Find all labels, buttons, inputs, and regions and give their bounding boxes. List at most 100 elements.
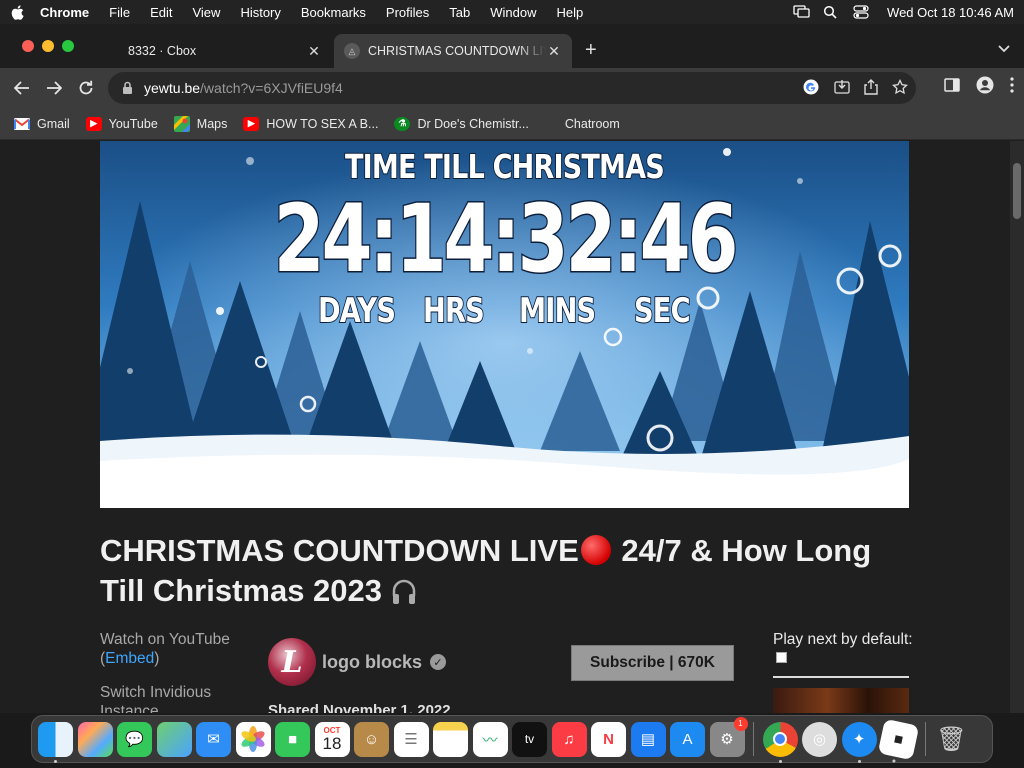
menu-file[interactable]: File xyxy=(109,5,130,20)
menu-history[interactable]: History xyxy=(240,5,280,20)
video-title: CHRISTMAS COUNTDOWN LIVE 24/7 & How Long… xyxy=(100,531,920,611)
apple-tv-icon[interactable]: tv xyxy=(512,721,547,757)
fullscreen-window-button[interactable] xyxy=(62,40,74,52)
play-next-toggle: Play next by default: xyxy=(773,631,913,667)
chrome-toolbar: yewtu.be/watch?v=6XJVfiEU9f4 xyxy=(0,68,1024,108)
headphones-icon xyxy=(391,576,417,604)
macos-menu-bar: Chrome File Edit View History Bookmarks … xyxy=(0,0,1024,24)
lock-icon[interactable] xyxy=(122,81,134,95)
launchpad-icon[interactable] xyxy=(77,721,113,757)
menu-window[interactable]: Window xyxy=(490,5,536,20)
page-scrollbar[interactable] xyxy=(1010,141,1024,713)
address-bar[interactable]: yewtu.be/watch?v=6XJVfiEU9f4 xyxy=(108,72,916,104)
bookmark-how-to-sex[interactable]: ▶ HOW TO SEX A B... xyxy=(243,116,378,131)
menu-help[interactable]: Help xyxy=(557,5,584,20)
youtube-icon: ▶ xyxy=(85,116,102,131)
bookmark-label: YouTube xyxy=(108,116,158,131)
related-video-thumbnail[interactable] xyxy=(773,688,909,713)
app-store-icon[interactable]: A xyxy=(670,721,705,757)
menu-view[interactable]: View xyxy=(192,5,220,20)
music-icon[interactable]: ♫ xyxy=(551,721,587,757)
divider xyxy=(773,676,909,678)
tab-cbox[interactable]: 8332 · Cbox ✕ xyxy=(108,34,332,68)
mail-icon[interactable]: ✉ xyxy=(196,721,231,757)
play-next-label: Play next by default: xyxy=(773,631,913,648)
photos-icon[interactable] xyxy=(235,721,271,757)
menu-profiles[interactable]: Profiles xyxy=(386,5,429,20)
bookmark-chatroom[interactable]: Chatroom xyxy=(565,117,620,131)
tab-close-icon[interactable]: ✕ xyxy=(546,43,562,60)
menu-bookmarks[interactable]: Bookmarks xyxy=(301,5,366,20)
bookmark-maps[interactable]: Maps xyxy=(173,115,227,132)
spotlight-search-icon[interactable] xyxy=(823,5,839,19)
tab-close-icon[interactable]: ✕ xyxy=(306,43,322,60)
video-unit-days: DAYS xyxy=(317,290,397,332)
forward-button[interactable] xyxy=(38,72,70,104)
freeform-icon[interactable]: 〰 xyxy=(472,721,508,757)
reminders-icon[interactable]: ☰ xyxy=(393,721,429,757)
chrome-menu-icon[interactable] xyxy=(1010,77,1014,98)
side-panel-icon[interactable] xyxy=(944,78,960,97)
video-unit-mins: MINS xyxy=(518,290,597,332)
watch-on-youtube-link[interactable]: Watch on YouTube xyxy=(100,630,250,649)
embed-link[interactable]: Embed xyxy=(105,650,154,667)
video-player[interactable]: TIME TILL CHRISTMAS 24:14:32:46 DAYS HRS… xyxy=(100,141,909,508)
tab-christmas-countdown[interactable]: ◬ CHRISTMAS COUNTDOWN LIVE ✕ xyxy=(334,34,572,68)
quicktime-icon[interactable]: ◎ xyxy=(802,721,837,757)
bookmark-youtube[interactable]: ▶ YouTube xyxy=(85,116,158,131)
safari-icon[interactable]: ✦ xyxy=(841,721,877,763)
play-next-checkbox[interactable] xyxy=(776,652,787,663)
reload-button[interactable] xyxy=(70,72,102,104)
system-settings-icon[interactable]: ⚙ 1 xyxy=(709,716,748,757)
url-path: /watch?v=6XJVfiEU9f4 xyxy=(200,80,343,96)
menu-tab[interactable]: Tab xyxy=(449,5,470,20)
tab-search-chevron-icon[interactable] xyxy=(998,42,1010,56)
calendar-icon[interactable]: OCT 18 xyxy=(314,721,350,757)
facetime-icon[interactable]: ■ xyxy=(275,721,310,757)
maps-app-icon[interactable] xyxy=(156,721,192,757)
back-button[interactable] xyxy=(6,72,38,104)
window-controls xyxy=(22,40,74,52)
notes-icon[interactable] xyxy=(433,721,468,757)
control-center-icon[interactable] xyxy=(853,5,869,19)
switch-instance-link[interactable]: Switch Invidious Instance xyxy=(100,683,250,713)
bookmark-dr-does-chemistry[interactable]: ⚗ Dr Doe's Chemistr... xyxy=(394,116,529,131)
menu-clock[interactable]: Wed Oct 18 10:46 AM xyxy=(887,5,1014,20)
channel-name[interactable]: logo blocks xyxy=(322,652,422,673)
dock-separator xyxy=(753,722,754,756)
trash-icon[interactable]: 🗑 xyxy=(934,722,969,757)
news-icon[interactable]: N xyxy=(591,721,626,757)
install-app-icon[interactable] xyxy=(834,79,850,100)
toolbar-right-actions xyxy=(944,76,1014,99)
share-icon[interactable] xyxy=(864,79,878,100)
video-side-links: Watch on YouTube (Embed) Switch Invidiou… xyxy=(100,630,250,713)
messages-icon[interactable]: 💬 xyxy=(117,721,152,757)
minimize-window-button[interactable] xyxy=(42,40,54,52)
calendar-day: 18 xyxy=(322,733,342,753)
shared-date: Shared November 1, 2022 xyxy=(268,702,451,713)
chrome-icon[interactable] xyxy=(762,721,798,763)
google-lens-icon[interactable] xyxy=(802,78,820,101)
bookmark-star-icon[interactable] xyxy=(892,78,908,100)
video-countdown: 24:14:32:46 xyxy=(272,185,739,294)
roblox-icon[interactable]: ■ xyxy=(877,718,920,763)
chemistry-icon: ⚗ xyxy=(394,116,411,131)
channel-avatar[interactable]: L xyxy=(268,638,316,686)
profile-avatar-icon[interactable] xyxy=(976,76,994,99)
running-indicator xyxy=(54,759,57,763)
subscribe-button[interactable]: Subscribe | 670K xyxy=(571,645,734,681)
url-text[interactable]: yewtu.be/watch?v=6XJVfiEU9f4 xyxy=(144,80,343,96)
contacts-icon[interactable]: ☺ xyxy=(354,721,389,757)
apple-menu-icon[interactable] xyxy=(10,4,24,20)
scrollbar-thumb[interactable] xyxy=(1013,163,1021,219)
youtube-icon: ▶ xyxy=(243,116,260,131)
menu-edit[interactable]: Edit xyxy=(150,5,172,20)
tab-title: CHRISTMAS COUNTDOWN LIVE xyxy=(368,44,546,58)
bookmark-gmail[interactable]: Gmail xyxy=(14,117,70,131)
keynote-icon[interactable]: ▤ xyxy=(630,721,666,757)
finder-icon[interactable] xyxy=(38,721,73,763)
screen-mirroring-icon[interactable] xyxy=(793,5,810,19)
close-window-button[interactable] xyxy=(22,40,34,52)
menu-app-name[interactable]: Chrome xyxy=(40,5,89,20)
new-tab-button[interactable]: + xyxy=(585,40,597,60)
